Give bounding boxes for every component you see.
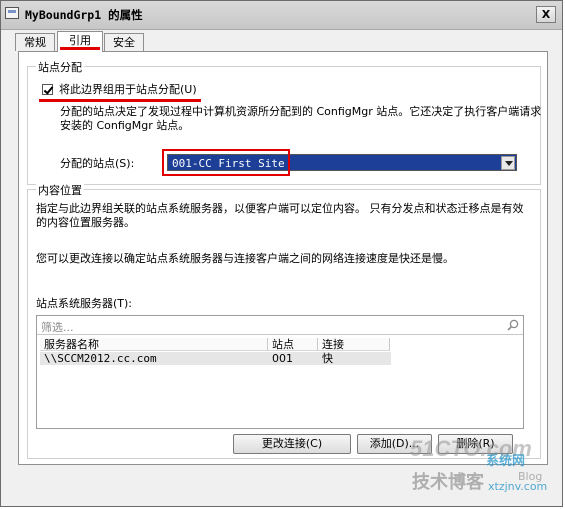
site-cell: 001 — [272, 352, 293, 365]
table-row[interactable]: \\SCCM2012.cc.com 001 快 — [40, 352, 391, 365]
chevron-down-icon[interactable] — [501, 156, 515, 170]
table-header: 服务器名称 站点 连接 — [40, 338, 390, 352]
filter-box[interactable]: 筛选... — [37, 316, 523, 335]
tab-panel-references: 站点分配 将此边界组用于站点分配(U) 分配的站点决定了发现过程中计算机资源所分… — [18, 51, 548, 465]
use-for-site-assignment-row[interactable]: 将此边界组用于站点分配(U) — [42, 81, 197, 97]
window-icon — [5, 7, 19, 19]
content-location-description-1: 指定与此边界组关联的站点系统服务器，以便客户端可以定位内容。 只有分发点和状态迁… — [36, 202, 524, 215]
content-location-description-2: 的内容位置服务器。 — [36, 216, 135, 229]
site-assignment-group: 站点分配 将此边界组用于站点分配(U) 分配的站点决定了发现过程中计算机资源所分… — [27, 59, 542, 185]
remove-server-button[interactable]: 删除(R) — [438, 434, 513, 454]
site-assignment-description-2: 安装的 ConfigMgr 站点。 — [60, 119, 190, 132]
search-icon[interactable] — [507, 319, 519, 331]
tab-security[interactable]: 安全 — [104, 33, 144, 51]
properties-dialog: MyBoundGrp1 的属性 X 常规 引用 安全 站点分配 将此边界组用于站… — [0, 0, 563, 507]
title-bar: MyBoundGrp1 的属性 X — [1, 1, 562, 30]
checkbox-highlight — [39, 99, 201, 102]
site-assignment-description-1: 分配的站点决定了发现过程中计算机资源所分配到的 ConfigMgr 站点。它还决… — [60, 105, 542, 118]
tab-highlight — [60, 47, 100, 50]
content-location-heading: 内容位置 — [36, 182, 84, 198]
content-location-group: 内容位置 指定与此边界组关联的站点系统服务器，以便客户端可以定位内容。 只有分发… — [27, 182, 541, 459]
site-servers-label: 站点系统服务器(T): — [36, 297, 133, 310]
close-button[interactable]: X — [536, 6, 556, 23]
connection-cell: 快 — [322, 352, 333, 365]
change-connection-button[interactable]: 更改连接(C) — [233, 434, 351, 454]
watermark-line2: 技术博客 — [412, 472, 484, 493]
assigned-site-label: 分配的站点(S): — [60, 157, 135, 170]
column-server-name[interactable]: 服务器名称 — [40, 338, 268, 351]
filter-input[interactable]: 筛选... — [41, 319, 74, 335]
watermark-site: xtzjnv.com — [488, 480, 548, 493]
add-server-button[interactable]: 添加(D)... — [357, 434, 432, 454]
site-servers-list[interactable]: 筛选... 服务器名称 站点 连接 \\SCCM2012.cc.com 001 … — [36, 315, 524, 429]
use-for-site-assignment-checkbox[interactable] — [42, 83, 53, 95]
server-name-cell: \\SCCM2012.cc.com — [44, 352, 157, 365]
watermark-line3: Blog — [518, 470, 543, 483]
site-assignment-heading: 站点分配 — [36, 59, 84, 75]
column-site[interactable]: 站点 — [268, 338, 318, 351]
connection-speed-note: 您可以更改连接以确定站点系统服务器与连接客户端之间的网络连接速度是快还是慢。 — [36, 252, 454, 265]
column-connection[interactable]: 连接 — [318, 338, 390, 351]
assigned-site-highlight — [162, 149, 290, 176]
use-for-site-assignment-label: 将此边界组用于站点分配(U) — [59, 83, 197, 96]
tab-general[interactable]: 常规 — [15, 33, 55, 51]
window-title: MyBoundGrp1 的属性 — [25, 8, 143, 22]
